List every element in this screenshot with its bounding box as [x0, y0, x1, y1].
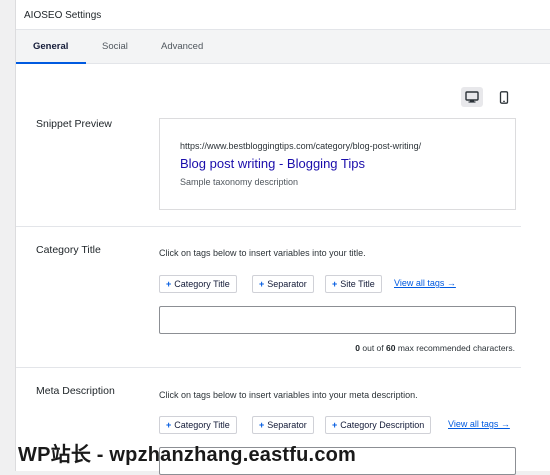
plus-icon: +	[259, 420, 265, 430]
char-count-text-pre: out of	[360, 343, 386, 353]
tag-label: Site Title	[340, 279, 375, 289]
tag-label: Category Title	[174, 279, 230, 289]
tab-advanced[interactable]: Advanced	[161, 41, 203, 52]
desktop-icon	[465, 91, 479, 103]
tag-label: Separator	[267, 420, 307, 430]
section-divider	[16, 226, 521, 227]
character-counter: 0 out of 60 max recommended characters.	[355, 343, 515, 353]
tag-separator[interactable]: + Separator	[252, 416, 314, 434]
section-divider	[16, 367, 521, 368]
desktop-preview-button[interactable]	[461, 87, 483, 107]
tag-category-title[interactable]: + Category Title	[159, 416, 237, 434]
mobile-preview-button[interactable]	[493, 87, 515, 107]
snippet-preview-box: https://www.bestbloggingtips.com/categor…	[159, 118, 516, 210]
panel-header: AIOSEO Settings	[16, 0, 550, 30]
char-count-text-post: max recommended characters.	[395, 343, 515, 353]
meta-description-help: Click on tags below to insert variables …	[159, 390, 418, 400]
meta-description-label: Meta Description	[36, 385, 115, 397]
snippet-url: https://www.bestbloggingtips.com/categor…	[180, 141, 422, 151]
settings-tabs: General Social Advanced	[16, 30, 550, 64]
tag-label: Category Title	[174, 420, 230, 430]
active-tab-indicator	[16, 62, 86, 64]
panel-title: AIOSEO Settings	[24, 10, 102, 21]
tag-label: Category Description	[340, 420, 425, 430]
plus-icon: +	[166, 279, 172, 289]
tab-general[interactable]: General	[33, 41, 68, 52]
plus-icon: +	[166, 420, 172, 430]
plus-icon: +	[332, 279, 338, 289]
view-all-tags-link[interactable]: View all tags →	[394, 278, 456, 288]
category-title-input[interactable]	[159, 306, 516, 334]
category-title-label: Category Title	[36, 244, 101, 256]
plus-icon: +	[332, 420, 338, 430]
watermark-text: WP站长 - wpzhanzhang.eastfu.com	[18, 444, 357, 466]
category-title-help: Click on tags below to insert variables …	[159, 248, 366, 258]
aioseo-settings-panel: AIOSEO Settings General Social Advanced …	[15, 0, 550, 475]
view-all-tags-link[interactable]: View all tags →	[448, 419, 510, 429]
mobile-icon	[499, 90, 509, 104]
tab-social[interactable]: Social	[102, 41, 128, 52]
tag-category-description[interactable]: + Category Description	[325, 416, 432, 434]
snippet-preview-label: Snippet Preview	[36, 118, 112, 130]
plus-icon: +	[259, 279, 265, 289]
tag-category-title[interactable]: + Category Title	[159, 275, 237, 293]
tag-site-title[interactable]: + Site Title	[325, 275, 382, 293]
tag-label: Separator	[267, 279, 307, 289]
tag-separator[interactable]: + Separator	[252, 275, 314, 293]
snippet-description: Sample taxonomy description	[180, 177, 299, 187]
snippet-title: Blog post writing - Blogging Tips	[180, 156, 365, 171]
